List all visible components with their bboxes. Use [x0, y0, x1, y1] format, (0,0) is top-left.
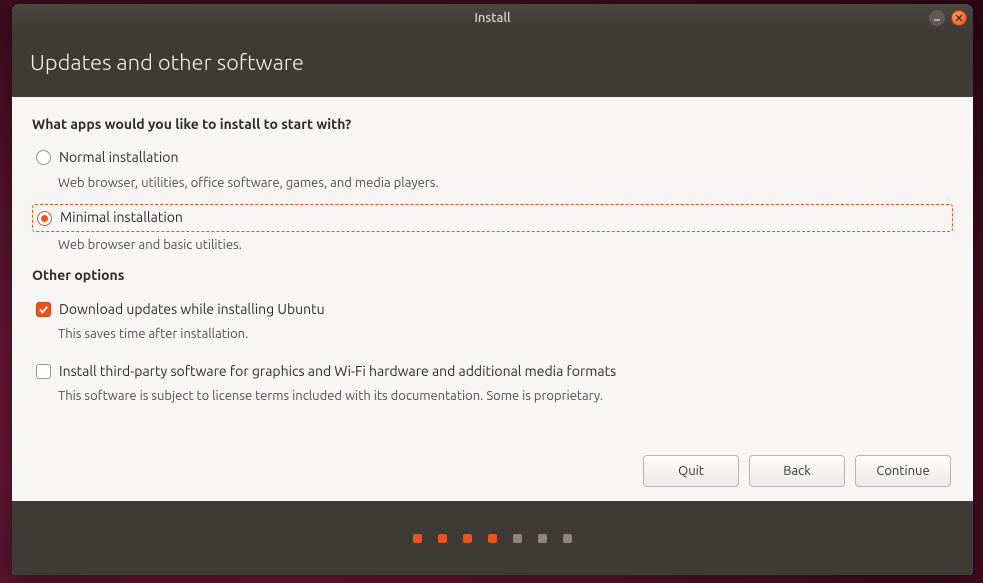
quit-button[interactable]: Quit	[643, 455, 739, 487]
radio-dot-icon	[41, 215, 48, 222]
radio-label: Minimal installation	[60, 208, 183, 228]
checkbox-third-party[interactable]: Install third-party software for graphic…	[32, 360, 953, 384]
installer-window: Install Updates and other software What …	[12, 4, 973, 575]
progress-dot	[513, 534, 522, 543]
content-area: What apps would you like to install to s…	[12, 97, 973, 501]
back-button[interactable]: Back	[749, 455, 845, 487]
checkbox-download-updates[interactable]: Download updates while installing Ubuntu	[32, 298, 953, 322]
progress-footer	[12, 501, 973, 575]
progress-dot	[488, 534, 497, 543]
window-controls	[929, 10, 967, 26]
radio-normal-installation[interactable]: Normal installation	[32, 145, 953, 171]
checkbox-label: Download updates while installing Ubuntu	[59, 300, 325, 320]
progress-dot	[538, 534, 547, 543]
minimize-button[interactable]	[929, 10, 945, 26]
action-buttons: Quit Back Continue	[643, 455, 951, 487]
check-icon	[38, 304, 49, 315]
checkbox-description: This software is subject to license term…	[58, 387, 953, 405]
radio-description: Web browser and basic utilities.	[58, 236, 953, 254]
continue-button[interactable]: Continue	[855, 455, 951, 487]
progress-dot	[563, 534, 572, 543]
page-title: Updates and other software	[30, 50, 304, 75]
radio-icon	[37, 211, 52, 226]
progress-dot	[463, 534, 472, 543]
checkbox-icon	[36, 364, 51, 379]
window-title: Install	[474, 11, 510, 25]
progress-dot	[438, 534, 447, 543]
radio-label: Normal installation	[59, 148, 178, 168]
other-options-heading: Other options	[32, 266, 953, 286]
apps-heading: What apps would you like to install to s…	[32, 115, 953, 135]
radio-minimal-installation[interactable]: Minimal installation	[32, 204, 953, 232]
checkbox-label: Install third-party software for graphic…	[59, 362, 616, 382]
close-button[interactable]	[951, 10, 967, 26]
progress-dot	[413, 534, 422, 543]
checkbox-description: This saves time after installation.	[58, 325, 953, 343]
titlebar: Install	[12, 4, 973, 32]
checkbox-icon	[36, 302, 51, 317]
radio-icon	[36, 150, 51, 165]
page-header: Updates and other software	[12, 32, 973, 97]
radio-description: Web browser, utilities, office software,…	[58, 174, 953, 192]
